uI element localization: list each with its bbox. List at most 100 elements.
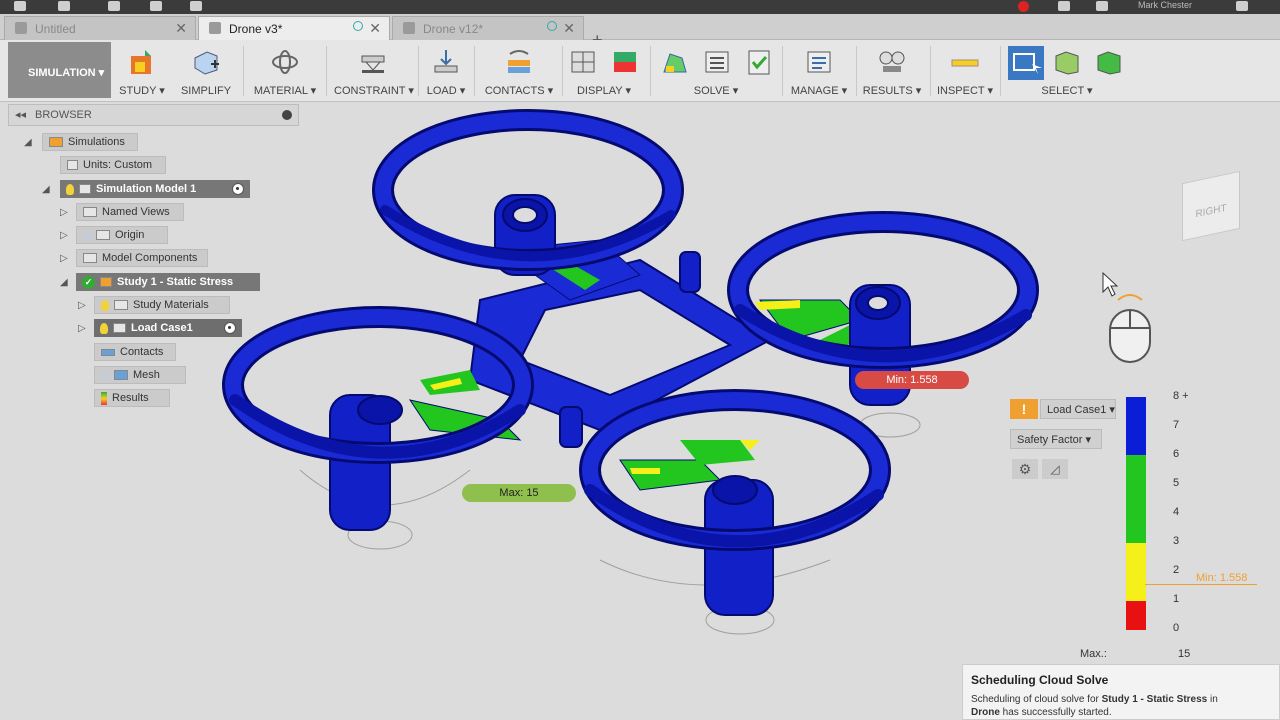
toolbar-divider: [474, 46, 475, 96]
visibility-bulb-icon[interactable]: [101, 299, 109, 311]
expand-arrow-icon[interactable]: ▷: [60, 230, 68, 241]
browser-title: BROWSER: [35, 109, 92, 121]
folder-icon: [83, 207, 97, 217]
folder-icon: [96, 230, 110, 240]
file-icon[interactable]: [58, 1, 70, 11]
ribbon-toolbar: SIMULATION ▾ STUDY ▾ SIMPLIFY MATERIAL ▾…: [0, 40, 1280, 102]
cube-icon: [403, 22, 415, 34]
simplify-button[interactable]: SIMPLIFY: [178, 40, 234, 102]
notifications-icon[interactable]: [1058, 1, 1070, 11]
manage-button[interactable]: MANAGE ▾: [788, 40, 850, 102]
expand-arrow-icon[interactable]: ◢: [60, 277, 68, 288]
tree-node-mesh[interactable]: Mesh: [94, 366, 186, 384]
legend-tick: 2: [1173, 564, 1180, 576]
constraint-button[interactable]: CONSTRAINT ▾: [334, 40, 414, 102]
checkmark-icon: ✓: [82, 275, 95, 289]
redo-icon[interactable]: [190, 1, 202, 11]
legend-band-blue: [1126, 397, 1146, 455]
precheck-icon: [748, 50, 770, 75]
load-icon: [434, 50, 458, 73]
tree-node-results[interactable]: Results: [94, 389, 170, 407]
notification-body: Scheduling of cloud solve for Study 1 - …: [971, 694, 1218, 718]
notification-toast[interactable]: Scheduling Cloud Solve Scheduling of clo…: [962, 664, 1280, 720]
contacts-button[interactable]: CONTACTS ▾: [482, 40, 556, 102]
legend-band-yellow: [1126, 543, 1146, 601]
undo-icon[interactable]: [150, 1, 162, 11]
legend-band-green: [1126, 455, 1146, 543]
save-icon[interactable]: [108, 1, 120, 11]
display-lock-icon: [614, 52, 636, 72]
tree-node-study-1[interactable]: ✓ Study 1 - Static Stress: [76, 273, 260, 291]
tab-label: Drone v3*: [229, 22, 283, 36]
pin-icon[interactable]: [282, 110, 292, 120]
legend-min-marker: Min: 1.558: [1196, 572, 1248, 584]
collapse-icon[interactable]: ◂◂: [15, 108, 26, 121]
load-button[interactable]: LOAD ▾: [424, 40, 468, 102]
tree-node-origin[interactable]: Origin: [76, 226, 168, 244]
display-button[interactable]: DISPLAY ▾: [566, 40, 642, 102]
app-bar: Mark Chester: [0, 0, 1280, 14]
max-probe-label[interactable]: Max: 15: [462, 484, 576, 502]
study-button[interactable]: STUDY ▾: [116, 40, 168, 102]
grid-icon[interactable]: [14, 1, 26, 11]
display-icon: [571, 51, 595, 73]
expand-arrow-icon[interactable]: ▷: [60, 207, 68, 218]
visibility-bulb-icon[interactable]: [83, 229, 91, 241]
legend-options-icon[interactable]: ◿: [1042, 459, 1068, 479]
inspect-button[interactable]: INSPECT ▾: [934, 40, 996, 102]
expand-arrow-icon[interactable]: ▷: [78, 300, 86, 311]
tab-drone-v3[interactable]: Drone v3* ✕: [198, 16, 390, 40]
tree-node-study-materials[interactable]: Study Materials: [94, 296, 230, 314]
visibility-bulb-icon[interactable]: [66, 183, 74, 195]
tree-node-simulation-model[interactable]: Simulation Model 1: [60, 180, 250, 198]
close-icon[interactable]: ✕: [563, 20, 575, 37]
document-tab-bar: Untitled ✕ Drone v3* ✕ Drone v12* ✕ +: [0, 14, 1280, 50]
browser-panel-header[interactable]: ◂◂ BROWSER: [8, 104, 299, 126]
close-icon[interactable]: ✕: [175, 20, 187, 37]
tab-drone-v12[interactable]: Drone v12* ✕: [392, 16, 584, 40]
view-cube[interactable]: RIGHT: [1182, 170, 1240, 242]
tree-node-simulations[interactable]: Simulations: [42, 133, 138, 151]
mouse-hint-icon: [1109, 294, 1151, 363]
solve-button[interactable]: SOLVE ▾: [656, 40, 776, 102]
gear-icon[interactable]: ⚙: [1012, 459, 1038, 479]
tab-label: Drone v12*: [423, 22, 484, 36]
expand-arrow-icon[interactable]: ▷: [78, 323, 86, 334]
tab-untitled[interactable]: Untitled ✕: [4, 16, 196, 40]
activate-radio-icon[interactable]: [232, 183, 244, 195]
expand-arrow-icon[interactable]: ▷: [60, 253, 68, 264]
load-case-dropdown[interactable]: Load Case1 ▾: [1040, 399, 1116, 419]
results-button[interactable]: RESULTS ▾: [860, 40, 924, 102]
legend-tick: 0: [1173, 622, 1180, 634]
contacts-icon: [508, 50, 530, 73]
tree-node-contacts[interactable]: Contacts: [94, 343, 176, 361]
workspace-switcher[interactable]: SIMULATION ▾: [8, 42, 111, 98]
tree-node-model-components[interactable]: Model Components: [76, 249, 208, 267]
measure-icon: [951, 59, 979, 67]
toolbar-divider: [782, 46, 783, 96]
study-icon: [100, 277, 112, 287]
window-select-icon: [1008, 46, 1044, 80]
clock-icon[interactable]: [1096, 1, 1108, 11]
cube-icon: [209, 22, 221, 34]
record-icon[interactable]: [1018, 1, 1029, 12]
legend-max-value: 15: [1178, 648, 1191, 660]
expand-arrow-icon[interactable]: ◢: [24, 137, 32, 148]
tree-node-named-views[interactable]: Named Views: [76, 203, 184, 221]
help-icon[interactable]: [1236, 1, 1248, 11]
user-name[interactable]: Mark Chester: [1138, 0, 1192, 10]
expand-arrow-icon[interactable]: ◢: [42, 184, 50, 195]
tree-node-units[interactable]: Units: Custom: [60, 156, 166, 174]
activate-radio-icon[interactable]: [224, 322, 236, 334]
result-type-dropdown[interactable]: Safety Factor ▾: [1010, 429, 1102, 449]
material-button[interactable]: MATERIAL ▾: [250, 40, 320, 102]
close-icon[interactable]: ✕: [369, 20, 381, 37]
visibility-bulb-icon[interactable]: [100, 322, 108, 334]
contacts-icon: [101, 348, 115, 356]
constraint-icon: [361, 55, 385, 73]
min-probe-label[interactable]: Min: 1.558: [855, 371, 969, 389]
tree-node-load-case1[interactable]: Load Case1: [94, 319, 242, 337]
select-button[interactable]: SELECT ▾: [1004, 40, 1130, 102]
warning-icon[interactable]: !: [1010, 399, 1038, 419]
visibility-bulb-icon[interactable]: [101, 369, 109, 381]
